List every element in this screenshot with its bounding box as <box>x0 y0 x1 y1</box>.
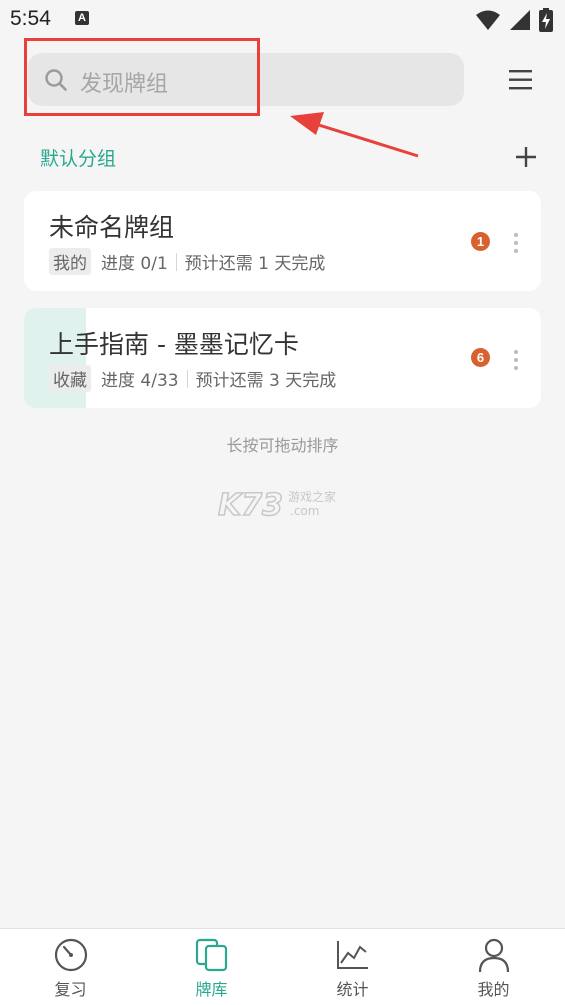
nav-label: 复习 <box>54 980 87 999</box>
wifi-icon <box>475 10 500 30</box>
deck-title: 上手指南 - 墨墨记忆卡 <box>49 330 299 359</box>
nav-label: 统计 <box>336 980 369 999</box>
deck-title: 未命名牌组 <box>49 213 175 242</box>
stats-chart-icon <box>337 941 368 969</box>
deck-tag: 收藏 <box>49 365 91 392</box>
bottom-nav: 复习 牌库 统计 我的 <box>0 928 565 1005</box>
signal-icon <box>509 10 530 30</box>
menu-icon[interactable] <box>508 68 534 92</box>
review-gauge-icon <box>54 938 88 972</box>
watermark-line1: 游戏之家 <box>288 489 336 504</box>
deck-card[interactable]: 未命名牌组 我的 进度 0/1 预计还需 1 天完成 1 <box>24 191 541 291</box>
deck-library-icon <box>195 938 228 972</box>
status-bar: 5:54 A <box>0 0 565 38</box>
nav-item-stats[interactable]: 统计 <box>282 929 423 1005</box>
deck-estimate: 预计还需 1 天完成 <box>184 254 326 274</box>
nav-item-profile[interactable]: 我的 <box>423 929 564 1005</box>
annotation-highlight-box <box>24 38 260 116</box>
status-icons <box>472 8 553 32</box>
meta-divider <box>186 369 188 388</box>
watermark-brand: K73 <box>218 488 283 521</box>
deck-card[interactable]: 上手指南 - 墨墨记忆卡 收藏 进度 4/33 预计还需 3 天完成 6 <box>24 308 541 408</box>
deck-meta: 我的 进度 0/1 预计还需 1 天完成 <box>49 248 325 275</box>
nav-item-review[interactable]: 复习 <box>0 929 141 1005</box>
deck-tag: 我的 <box>49 248 91 275</box>
more-options-icon[interactable] <box>512 348 520 372</box>
group-title[interactable]: 默认分组 <box>40 144 116 171</box>
sort-hint: 长按可拖动排序 <box>226 436 339 455</box>
deck-meta: 收藏 进度 4/33 预计还需 3 天完成 <box>49 365 336 392</box>
battery-icon <box>539 8 553 32</box>
notification-icon: A <box>75 11 89 25</box>
deck-progress-text: 进度 4/33 <box>101 371 179 391</box>
nav-label: 牌库 <box>195 980 228 999</box>
deck-estimate: 预计还需 3 天完成 <box>195 371 337 391</box>
site-watermark-logo: K73 游戏之家 .com <box>218 487 336 521</box>
add-deck-icon[interactable] <box>514 145 538 169</box>
more-options-icon[interactable] <box>512 231 520 255</box>
status-time: 5:54 <box>10 7 51 30</box>
due-count-badge: 1 <box>471 232 490 251</box>
due-count-badge: 6 <box>471 348 490 367</box>
profile-person-icon <box>478 938 510 973</box>
nav-item-deck-library[interactable]: 牌库 <box>141 929 282 1005</box>
deck-progress-text: 进度 0/1 <box>101 254 168 274</box>
meta-divider <box>175 252 177 271</box>
annotation-arrow-icon <box>290 112 419 158</box>
watermark-line2: .com <box>290 504 319 518</box>
nav-label: 我的 <box>477 980 510 999</box>
